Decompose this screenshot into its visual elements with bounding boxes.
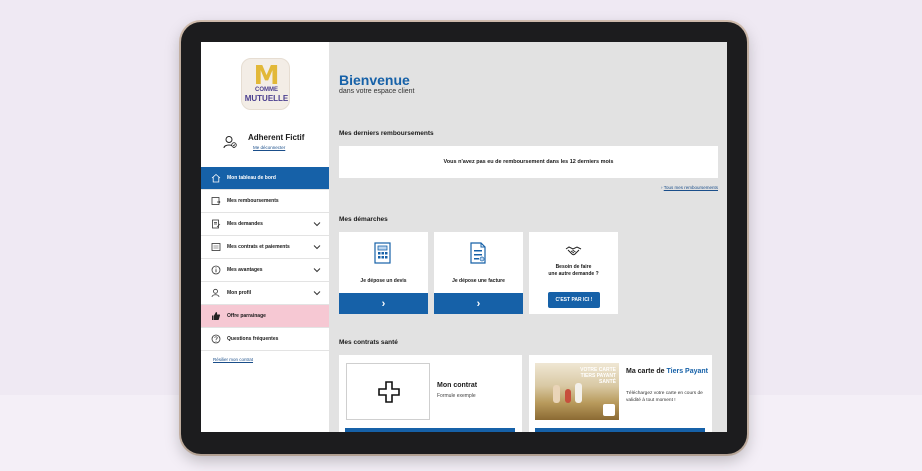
card-autre-label-line1: Besoin de faire bbox=[555, 264, 592, 270]
card-devis-label: Je dépose un devis bbox=[360, 278, 407, 284]
card-devis-button[interactable]: › bbox=[339, 293, 428, 314]
remboursements-empty-box: Vous n'avez pas eu de remboursement dans… bbox=[339, 146, 718, 178]
photo-person bbox=[565, 389, 571, 403]
brand-badge bbox=[603, 404, 615, 416]
logo-text-bottom: MUTUELLE bbox=[244, 94, 289, 103]
all-remboursements-link[interactable]: › Tous mes remboursements bbox=[661, 185, 718, 190]
contract-card[interactable]: Mon contrat Formule exemple bbox=[339, 355, 522, 432]
sidebar-item-label: Mes remboursements bbox=[227, 198, 279, 204]
sidebar-item-label: Questions fréquentes bbox=[227, 336, 279, 342]
all-remboursements-label[interactable]: Tous mes remboursements bbox=[664, 185, 718, 190]
tiers-payant-title-prefix: Ma carte de bbox=[626, 368, 665, 375]
sidebar-item-faq[interactable]: Questions fréquentes bbox=[201, 328, 329, 351]
logo-text-top: COMME bbox=[255, 87, 278, 93]
contract-image bbox=[346, 363, 430, 420]
question-icon bbox=[211, 334, 221, 344]
chevron-right-icon: › bbox=[476, 297, 481, 310]
sidebar-item-label: Mon tableau de bord bbox=[227, 175, 276, 181]
home-icon bbox=[211, 173, 221, 183]
tiers-payant-title: Ma carte de Tiers Payant bbox=[626, 367, 708, 376]
app-screen: M COMME MUTUELLE Adherent Fictif Me déco… bbox=[201, 42, 727, 432]
section-title-contrats: Mes contrats santé bbox=[339, 339, 398, 346]
contract-formula: Formule exemple bbox=[437, 393, 476, 399]
calculator-document-icon bbox=[374, 242, 391, 264]
card-autre-label-line2: une autre demande ? bbox=[548, 271, 599, 277]
chevron-down-icon[interactable] bbox=[313, 290, 321, 296]
chevron-down-icon[interactable] bbox=[313, 267, 321, 273]
refund-icon bbox=[211, 197, 221, 205]
user-name: Adherent Fictif bbox=[248, 133, 305, 142]
sidebar-item-label: Mes contrats et paiements bbox=[227, 244, 290, 250]
card-facture[interactable]: Je dépose une facture › bbox=[434, 232, 523, 314]
contract-icon bbox=[211, 243, 221, 251]
card-autre-demande: Besoin de faire une autre demande ? C'ES… bbox=[529, 232, 618, 314]
tiers-payant-title-highlight: Tiers Payant bbox=[666, 368, 708, 375]
chevron-down-icon[interactable] bbox=[313, 244, 321, 250]
sidebar-item-label: Mes demandes bbox=[227, 221, 263, 227]
tiers-payant-description: Téléchargez votre carte en cours de vali… bbox=[626, 391, 703, 403]
logout-link[interactable]: Me déconnecter bbox=[253, 145, 285, 150]
card-facture-button[interactable]: › bbox=[434, 293, 523, 314]
info-icon bbox=[211, 265, 221, 275]
page-title: Bienvenue bbox=[339, 72, 410, 88]
sidebar-item-demandes[interactable]: Mes demandes bbox=[201, 213, 329, 236]
sidebar-item-profil[interactable]: Mon profil bbox=[201, 282, 329, 305]
tiers-payant-photo: VOTRE CARTE TIERS PAYANT SANTÉ bbox=[535, 363, 619, 420]
sidebar-item-parrainage[interactable]: Offre parrainage bbox=[201, 305, 329, 328]
tiers-payant-button[interactable] bbox=[535, 428, 705, 432]
cancel-contract-link[interactable]: Résilier mon contrat bbox=[213, 357, 253, 362]
card-facture-label: Je dépose une facture bbox=[452, 278, 505, 284]
remboursements-empty-message: Vous n'avez pas eu de remboursement dans… bbox=[443, 159, 614, 165]
main-content: Bienvenue dans votre espace client Mes d… bbox=[329, 42, 727, 432]
sidebar-item-avantages[interactable]: Mes avantages bbox=[201, 259, 329, 282]
photo-person bbox=[575, 383, 582, 403]
section-title-demarches: Mes démarches bbox=[339, 216, 388, 223]
sidebar-item-label: Offre parrainage bbox=[227, 313, 266, 319]
contract-button[interactable] bbox=[345, 428, 515, 432]
contract-title: Mon contrat bbox=[437, 382, 478, 389]
request-icon bbox=[212, 219, 221, 229]
brand-logo[interactable]: M COMME MUTUELLE bbox=[241, 58, 290, 110]
user-icon bbox=[223, 136, 237, 149]
photo-person bbox=[553, 385, 560, 403]
sidebar-item-contrats[interactable]: Mes contrats et paiements bbox=[201, 236, 329, 259]
sidebar-item-label: Mon profil bbox=[227, 290, 252, 296]
thumbs-up-icon bbox=[212, 312, 221, 320]
card-devis[interactable]: Je dépose un devis › bbox=[339, 232, 428, 314]
chevron-down-icon[interactable] bbox=[313, 221, 321, 227]
sidebar-item-label: Mes avantages bbox=[227, 267, 263, 273]
user-block: Adherent Fictif Me déconnecter bbox=[220, 132, 320, 154]
page-subtitle: dans votre espace client bbox=[339, 88, 415, 95]
sidebar-item-dashboard[interactable]: Mon tableau de bord bbox=[201, 167, 329, 190]
tiers-payant-card[interactable]: VOTRE CARTE TIERS PAYANT SANTÉ Ma carte … bbox=[529, 355, 712, 432]
chevron-right-icon: › bbox=[381, 297, 386, 310]
handshake-icon bbox=[565, 246, 582, 256]
autre-demande-button[interactable]: C'EST PAR ICI ! bbox=[548, 292, 600, 308]
sidebar-item-remboursements[interactable]: Mes remboursements bbox=[201, 190, 329, 213]
invoice-icon bbox=[470, 242, 486, 264]
section-title-remboursements: Mes derniers remboursements bbox=[339, 130, 434, 137]
medical-cross-icon bbox=[378, 381, 400, 403]
sidebar: M COMME MUTUELLE Adherent Fictif Me déco… bbox=[201, 42, 329, 432]
sidebar-nav: Mon tableau de bord Mes remboursements M… bbox=[201, 167, 329, 351]
profile-icon bbox=[211, 288, 220, 298]
